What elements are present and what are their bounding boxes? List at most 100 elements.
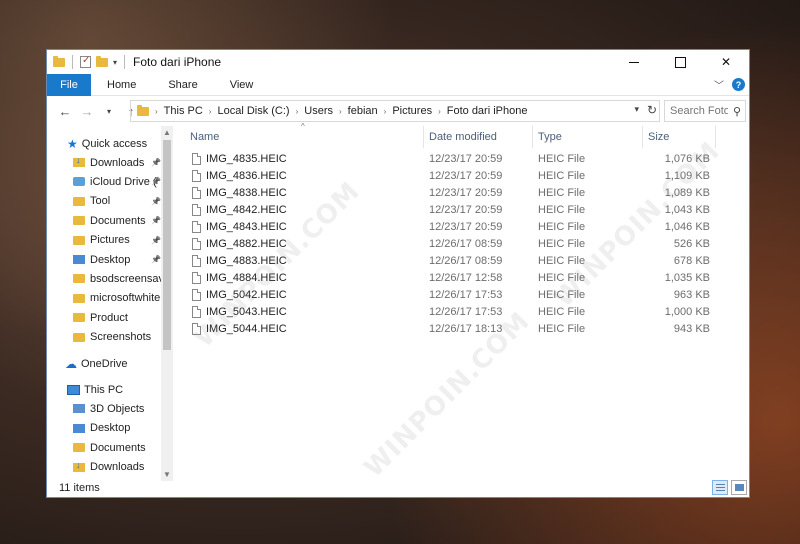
file-type: HEIC File [538, 152, 586, 165]
pin-icon[interactable]: 📌 [151, 197, 161, 206]
column-header-name[interactable]: Name [190, 126, 420, 148]
file-size: 1,000 KB [664, 305, 710, 318]
column-header-type[interactable]: Type [538, 126, 638, 148]
pin-icon[interactable]: 📌 [151, 158, 161, 167]
nav-pc-item[interactable]: Documents [73, 438, 161, 457]
file-name: IMG_4843.HEIC [206, 220, 287, 233]
nav-this-pc[interactable]: This PC [67, 380, 161, 399]
back-button[interactable]: ← [55, 101, 75, 121]
search-input[interactable] [670, 105, 728, 117]
maximize-button[interactable] [657, 50, 703, 74]
breadcrumb-local-disk[interactable]: Local Disk (C:) [217, 105, 289, 117]
file-row[interactable]: IMG_4884.HEIC 12/26/17 12:58 HEIC File 1,03… [179, 269, 719, 286]
chevron-right-icon[interactable]: › [384, 107, 387, 116]
chevron-right-icon[interactable]: › [438, 107, 441, 116]
refresh-icon[interactable]: ↻ [647, 103, 657, 117]
file-row[interactable]: IMG_4842.HEIC 12/23/17 20:59 HEIC File 1,04… [179, 201, 719, 218]
file-size: 526 KB [673, 237, 710, 250]
nav-quick-item[interactable]: Tool 📌 [73, 192, 161, 211]
file-date: 12/26/17 08:59 [429, 254, 503, 267]
properties-icon[interactable] [80, 55, 91, 68]
file-icon [192, 152, 201, 165]
breadcrumb-this-pc[interactable]: This PC [164, 105, 203, 117]
scrollbar-thumb[interactable] [163, 140, 171, 350]
tab-share[interactable]: Share [152, 74, 213, 96]
chevron-right-icon[interactable]: › [296, 107, 299, 116]
nav-item-label: Documents [90, 214, 146, 227]
nav-quick-item[interactable]: Pictures 📌 [73, 231, 161, 250]
file-date: 12/26/17 12:58 [429, 271, 503, 284]
expand-ribbon-icon[interactable]: ﹀ [714, 77, 724, 92]
file-row[interactable]: IMG_5042.HEIC 12/26/17 17:53 HEIC File 963 … [179, 286, 719, 303]
search-box[interactable]: ⚲ [664, 100, 746, 122]
chevron-right-icon[interactable]: › [209, 107, 212, 116]
nav-quick-item[interactable]: bsodscreensaver [73, 269, 161, 288]
scroll-down-icon[interactable]: ▼ [163, 470, 171, 479]
nav-pc-item[interactable]: Desktop [73, 419, 161, 438]
help-icon[interactable]: ? [732, 78, 745, 91]
breadcrumb-current-folder[interactable]: Foto dari iPhone [447, 105, 528, 117]
breadcrumb-febian[interactable]: febian [348, 105, 378, 117]
customize-toolbar-dropdown[interactable]: ▾ [113, 58, 117, 67]
file-row[interactable]: IMG_5044.HEIC 12/26/17 18:13 HEIC File 943 … [179, 320, 719, 337]
forward-button[interactable]: → [77, 101, 97, 121]
chevron-right-icon[interactable]: › [339, 107, 342, 116]
search-icon[interactable]: ⚲ [733, 105, 741, 118]
address-dropdown-icon[interactable]: ▾ [634, 104, 639, 115]
recent-locations-dropdown[interactable]: ▾ [99, 101, 119, 121]
scroll-up-icon[interactable]: ▲ [163, 128, 171, 137]
file-row[interactable]: IMG_4843.HEIC 12/23/17 20:59 HEIC File 1,04… [179, 218, 719, 235]
file-explorer-window: ▾ Foto dari iPhone ✕ File Home Share Vie… [46, 49, 750, 498]
nav-pc-item[interactable]: Downloads [73, 458, 161, 477]
column-header-size[interactable]: Size [648, 126, 708, 148]
file-icon [192, 237, 201, 250]
file-row[interactable]: IMG_4836.HEIC 12/23/17 20:59 HEIC File 1,10… [179, 167, 719, 184]
nav-quick-item[interactable]: Desktop 📌 [73, 250, 161, 269]
pin-icon[interactable]: 📌 [151, 236, 161, 245]
file-icon [192, 288, 201, 301]
file-name: IMG_4882.HEIC [206, 237, 287, 250]
file-row[interactable]: IMG_5043.HEIC 12/26/17 17:53 HEIC File 1,00… [179, 303, 719, 320]
file-name: IMG_4883.HEIC [206, 254, 287, 267]
pin-icon[interactable]: 📌 [151, 177, 161, 186]
address-bar[interactable]: › This PC › Local Disk (C:) › Users › fe… [130, 100, 660, 122]
file-row[interactable]: IMG_4838.HEIC 12/23/17 20:59 HEIC File 1,08… [179, 184, 719, 201]
desktop-folder-icon [73, 423, 85, 433]
file-icon [192, 169, 201, 182]
nav-quick-item[interactable]: microsoftwhiteb [73, 289, 161, 308]
nav-item-label: iCloud Drive ( [90, 175, 157, 188]
ribbon-tabs: File Home Share View ﹀ ? [47, 73, 749, 96]
file-row[interactable]: IMG_4835.HEIC 12/23/17 20:59 HEIC File 1,07… [179, 150, 719, 167]
nav-onedrive[interactable]: ☁ OneDrive [65, 354, 161, 373]
column-header-date[interactable]: Date modified [429, 126, 529, 148]
nav-scrollbar[interactable]: ▲ ▼ [161, 126, 173, 481]
details-view-button[interactable] [712, 480, 728, 495]
nav-pc-item[interactable]: 3D Objects [73, 399, 161, 418]
nav-quick-item[interactable]: Downloads 📌 [73, 153, 161, 172]
file-name: IMG_4835.HEIC [206, 152, 287, 165]
nav-item-label: Desktop [90, 422, 131, 434]
nav-quick-item[interactable]: Product [73, 308, 161, 327]
breadcrumb-pictures[interactable]: Pictures [392, 105, 432, 117]
file-row[interactable]: IMG_4882.HEIC 12/26/17 08:59 HEIC File 526 … [179, 235, 719, 252]
nav-quick-item[interactable]: Documents 📌 [73, 211, 161, 230]
pin-icon[interactable]: 📌 [151, 216, 161, 225]
nav-quick-item[interactable]: Screenshots [73, 328, 161, 347]
tab-home[interactable]: Home [91, 74, 152, 96]
nav-quick-item[interactable]: iCloud Drive (📌 [73, 172, 161, 191]
file-name: IMG_5044.HEIC [206, 322, 287, 335]
nav-item-label: Documents [90, 441, 146, 454]
content-area: ★ Quick access Downloads📌iCloud Drive (📌… [47, 122, 749, 481]
tab-view[interactable]: View [214, 74, 270, 96]
file-type: HEIC File [538, 254, 586, 267]
tab-file[interactable]: File [47, 73, 91, 96]
new-folder-icon[interactable] [96, 55, 108, 67]
nav-quick-access[interactable]: ★ Quick access [67, 134, 161, 153]
breadcrumb-users[interactable]: Users [304, 105, 333, 117]
file-row[interactable]: IMG_4883.HEIC 12/26/17 08:59 HEIC File 678 … [179, 252, 719, 269]
folder-icon [73, 332, 85, 342]
large-icons-view-button[interactable] [731, 480, 747, 495]
minimize-button[interactable] [611, 50, 657, 74]
pin-icon[interactable]: 📌 [151, 255, 161, 264]
close-button[interactable]: ✕ [703, 50, 749, 74]
